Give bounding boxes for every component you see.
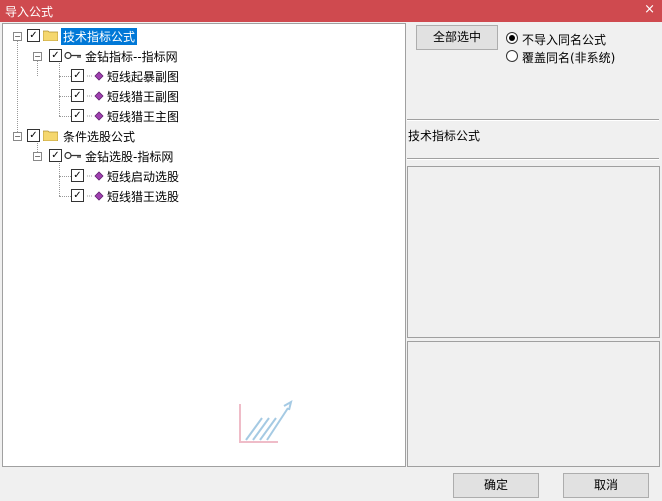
sub-checkbox[interactable]: ✓ bbox=[49, 149, 62, 162]
window-title: 导入公式 bbox=[5, 5, 54, 19]
key-icon bbox=[64, 51, 81, 60]
key-icon bbox=[64, 151, 81, 160]
radio-label: 不导入同名公式 bbox=[522, 33, 607, 47]
formula-tree[interactable]: − ✓ 技术指标公式 − ✓ 金钻指标--指标网 ✓ 短线起暴副图 ✓ 短线猎王… bbox=[2, 23, 406, 467]
selected-formula-name: 技术指标公式 bbox=[408, 129, 481, 143]
collapse-icon[interactable]: − bbox=[13, 132, 22, 141]
tree-node-label: 金钻选股-指标网 bbox=[85, 150, 174, 164]
formula-icon bbox=[87, 91, 104, 101]
tree-leaf-label: 短线猎王选股 bbox=[107, 190, 180, 204]
tree-leaf[interactable]: ✓ 短线启动选股 bbox=[3, 167, 403, 185]
collapse-icon[interactable]: − bbox=[33, 52, 42, 61]
folder-icon bbox=[43, 30, 58, 41]
ok-button[interactable]: 确定 bbox=[453, 473, 539, 498]
collapse-icon[interactable]: − bbox=[33, 152, 42, 161]
tree-node-group-indicators[interactable]: − ✓ 技术指标公式 bbox=[3, 27, 403, 45]
formula-detail-box bbox=[407, 341, 660, 467]
formula-description-box bbox=[407, 166, 660, 338]
radio-label: 覆盖同名(非系统) bbox=[522, 51, 616, 65]
radio-overwrite-duplicates[interactable] bbox=[506, 50, 518, 62]
leaf-checkbox[interactable]: ✓ bbox=[71, 89, 84, 102]
folder-icon bbox=[43, 130, 58, 141]
tree-leaf-label: 短线猎王主图 bbox=[107, 110, 180, 124]
group-checkbox[interactable]: ✓ bbox=[27, 129, 40, 142]
sub-checkbox[interactable]: ✓ bbox=[49, 49, 62, 62]
select-all-button[interactable]: 全部选中 bbox=[416, 25, 498, 50]
divider bbox=[407, 119, 659, 121]
formula-icon bbox=[87, 171, 104, 181]
tree-leaf-label: 短线起暴副图 bbox=[107, 70, 180, 84]
tree-node-label: 条件选股公式 bbox=[63, 130, 136, 144]
tree-leaf[interactable]: ✓ 短线起暴副图 bbox=[3, 67, 403, 85]
tree-leaf[interactable]: ✓ 短线猎王副图 bbox=[3, 87, 403, 105]
formula-icon bbox=[87, 71, 104, 81]
tree-node-label: 金钻指标--指标网 bbox=[85, 50, 178, 64]
cancel-button[interactable]: 取消 bbox=[563, 473, 649, 498]
formula-icon bbox=[87, 111, 104, 121]
group-checkbox[interactable]: ✓ bbox=[27, 29, 40, 42]
divider bbox=[407, 158, 659, 160]
leaf-checkbox[interactable]: ✓ bbox=[71, 189, 84, 202]
close-icon[interactable]: × bbox=[644, 2, 655, 18]
radio-skip-duplicates[interactable] bbox=[506, 32, 518, 44]
leaf-checkbox[interactable]: ✓ bbox=[71, 69, 84, 82]
tree-node-sub-screening[interactable]: − ✓ 金钻选股-指标网 bbox=[3, 147, 403, 165]
leaf-checkbox[interactable]: ✓ bbox=[71, 109, 84, 122]
tree-node-group-screening[interactable]: − ✓ 条件选股公式 bbox=[3, 127, 403, 145]
tree-leaf[interactable]: ✓ 短线猎王选股 bbox=[3, 187, 403, 205]
tree-node-label: 技术指标公式 bbox=[61, 28, 138, 45]
collapse-icon[interactable]: − bbox=[13, 32, 22, 41]
title-bar: 导入公式 × bbox=[0, 0, 662, 22]
watermark-logo-icon bbox=[239, 399, 293, 443]
tree-leaf-label: 短线启动选股 bbox=[107, 170, 180, 184]
tree-leaf[interactable]: ✓ 短线猎王主图 bbox=[3, 107, 403, 125]
formula-icon bbox=[87, 191, 104, 201]
tree-leaf-label: 短线猎王副图 bbox=[107, 90, 180, 104]
tree-node-sub-indicators[interactable]: − ✓ 金钻指标--指标网 bbox=[3, 47, 403, 65]
leaf-checkbox[interactable]: ✓ bbox=[71, 169, 84, 182]
